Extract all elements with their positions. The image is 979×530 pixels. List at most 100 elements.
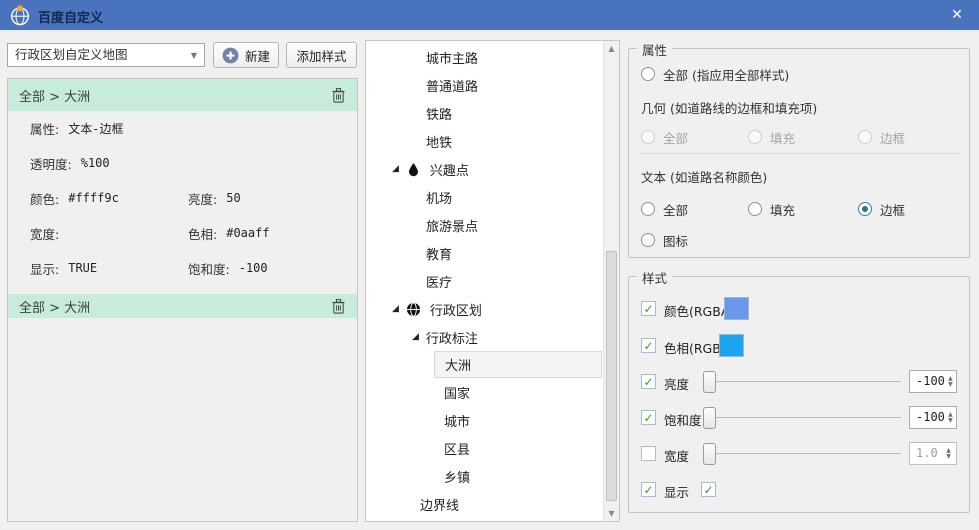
radio-icon[interactable]: [641, 202, 655, 216]
radio-geometry-fill[interactable]: 填充: [748, 129, 795, 146]
tree-item-city[interactable]: 城市: [366, 406, 602, 434]
property-cell: 颜色: #ffff9c: [30, 189, 188, 208]
tree-item-normal-road[interactable]: 普通道路: [366, 71, 602, 99]
radio-icon[interactable]: [641, 233, 655, 247]
hue-rgb-label: 色相(RGB): [664, 341, 726, 356]
scroll-up-icon[interactable]: ▲: [604, 44, 619, 53]
tree-item-railway[interactable]: 铁路: [366, 99, 602, 127]
scroll-down-icon[interactable]: ▼: [604, 509, 619, 518]
radio-icon[interactable]: [748, 202, 762, 216]
add-style-button[interactable]: 添加样式: [286, 42, 357, 68]
radio-label: 全部: [663, 202, 689, 218]
brightness-slider-thumb[interactable]: [703, 371, 716, 393]
expand-triangle-icon[interactable]: ◢: [412, 332, 419, 342]
radio-geometry-all[interactable]: 全部: [641, 129, 688, 146]
tree-item-tourist-spot[interactable]: 旅游景点: [366, 211, 602, 239]
property-row: 透明度: %100: [30, 153, 349, 173]
tree-item-city-main-road[interactable]: 城市主路: [366, 43, 602, 71]
tree-item-admin-label[interactable]: ◢ 行政标注: [366, 323, 602, 351]
radio-text-all[interactable]: 全部: [641, 201, 689, 218]
geometry-section-label: 几何 (如道路线的边框和填充项): [641, 101, 818, 116]
style-list: 全部 > 大洲 属性: 文本-边框 透明度: %100 颜色: #ffff9c …: [7, 78, 358, 522]
expand-triangle-icon[interactable]: ◢: [392, 304, 399, 314]
plus-circle-icon: [222, 47, 239, 63]
map-style-dropdown[interactable]: 行政区划自定义地图 ▼: [7, 43, 205, 67]
attributes-legend: 属性: [637, 40, 673, 59]
tree-item-admin-region[interactable]: ◢ 行政区划: [366, 295, 602, 323]
radio-icon[interactable]: [641, 67, 655, 81]
tree-item-district[interactable]: 区县: [366, 434, 602, 462]
tree-item-subway[interactable]: 地铁: [366, 127, 602, 155]
spinner-arrows-icon[interactable]: ▲ ▼: [945, 407, 956, 428]
radio-text-border[interactable]: 边框: [858, 201, 906, 218]
check-icon: ✓: [643, 410, 654, 425]
close-button[interactable]: ✕: [945, 5, 969, 25]
show-checkbox[interactable]: ✓: [641, 482, 656, 497]
width-slider-thumb[interactable]: [703, 443, 716, 465]
radio-label: 填充: [770, 202, 796, 218]
delete-icon[interactable]: [331, 298, 346, 315]
tree-item-poi[interactable]: ◢ 兴趣点: [366, 155, 602, 183]
section-divider: [638, 153, 960, 154]
saturation-checkbox[interactable]: ✓: [641, 410, 656, 425]
hue-rgb-checkbox[interactable]: ✓: [641, 338, 656, 353]
delete-icon[interactable]: [331, 87, 346, 104]
color-rgba-swatch[interactable]: [724, 297, 749, 320]
show-label: 显示: [664, 485, 690, 500]
tree-item-label: 国家: [444, 386, 471, 402]
tree-item-label: 兴趣点: [429, 163, 469, 179]
width-label: 宽度: [664, 449, 690, 464]
saturation-slider-track[interactable]: [703, 417, 901, 419]
tree-item-education[interactable]: 教育: [366, 239, 602, 267]
tree-item-airport[interactable]: 机场: [366, 183, 602, 211]
property-value: #ffff9c: [68, 191, 119, 205]
width-slider-track[interactable]: [703, 453, 901, 455]
property-cell: 透明度: %100: [30, 154, 188, 173]
brightness-slider-track[interactable]: [703, 381, 901, 383]
radio-icon[interactable]: [641, 130, 655, 144]
tree-item-country[interactable]: 国家: [366, 378, 602, 406]
globe-icon: [406, 301, 420, 317]
tree-scrollbar[interactable]: ▲ ▼: [603, 41, 619, 521]
tree-item-continent[interactable]: 大洲: [434, 351, 602, 378]
spinner-arrows-icon[interactable]: ▲ ▼: [945, 371, 956, 392]
style-entry-path: 全部 > 大洲: [19, 89, 91, 105]
saturation-spinbox[interactable]: -100 ▲ ▼: [909, 406, 957, 429]
property-value: %100: [80, 156, 110, 170]
new-button[interactable]: 新建: [213, 42, 279, 68]
width-checkbox[interactable]: [641, 446, 656, 461]
color-rgba-checkbox[interactable]: ✓: [641, 301, 656, 316]
check-icon: ✓: [643, 374, 654, 389]
radio-label: 边框: [880, 202, 906, 218]
property-label: 色相:: [188, 226, 218, 242]
tree-item-label: 机场: [426, 191, 453, 207]
attributes-groupbox: 属性 全部 (指应用全部样式) 几何 (如道路线的边框和填充项) 全部 填充 边…: [628, 40, 970, 258]
scrollbar-thumb[interactable]: [606, 251, 617, 501]
radio-icon[interactable]: [748, 130, 762, 144]
tree-item-boundary-line[interactable]: 边界线: [366, 490, 602, 518]
radio-geometry-border[interactable]: 边框: [858, 129, 905, 146]
brightness-checkbox[interactable]: ✓: [641, 374, 656, 389]
tree-item-medical[interactable]: 医疗: [366, 267, 602, 295]
expand-triangle-icon[interactable]: ◢: [392, 164, 399, 174]
radio-icon[interactable]: [858, 130, 872, 144]
brightness-spinbox[interactable]: -100 ▲ ▼: [909, 370, 957, 393]
tree-item-township[interactable]: 乡镇: [366, 462, 602, 490]
radio-icon-selected[interactable]: [858, 202, 872, 216]
saturation-row: ✓ 饱和度 -100 ▲ ▼: [629, 406, 969, 430]
color-rgba-row: ✓ 颜色(RGBA): [629, 297, 969, 321]
tree-item-label: 城市: [444, 414, 471, 430]
radio-text-fill[interactable]: 填充: [748, 201, 796, 218]
property-cell: 色相: #0aaff: [188, 224, 349, 243]
style-entry-header[interactable]: 全部 > 大洲: [8, 79, 357, 111]
check-icon: ✓: [643, 482, 654, 497]
show-value-checkbox[interactable]: ✓: [701, 482, 716, 497]
check-icon: ✓: [643, 301, 654, 316]
radio-all-styles[interactable]: 全部 (指应用全部样式): [641, 66, 789, 83]
style-entry-header[interactable]: 全部 > 大洲: [8, 294, 357, 318]
radio-icon-option[interactable]: 图标: [641, 232, 689, 249]
property-value: 文本-边框: [68, 121, 124, 136]
hue-rgb-swatch[interactable]: [719, 334, 744, 357]
radio-label: 图标: [663, 233, 689, 249]
saturation-slider-thumb[interactable]: [703, 407, 716, 429]
